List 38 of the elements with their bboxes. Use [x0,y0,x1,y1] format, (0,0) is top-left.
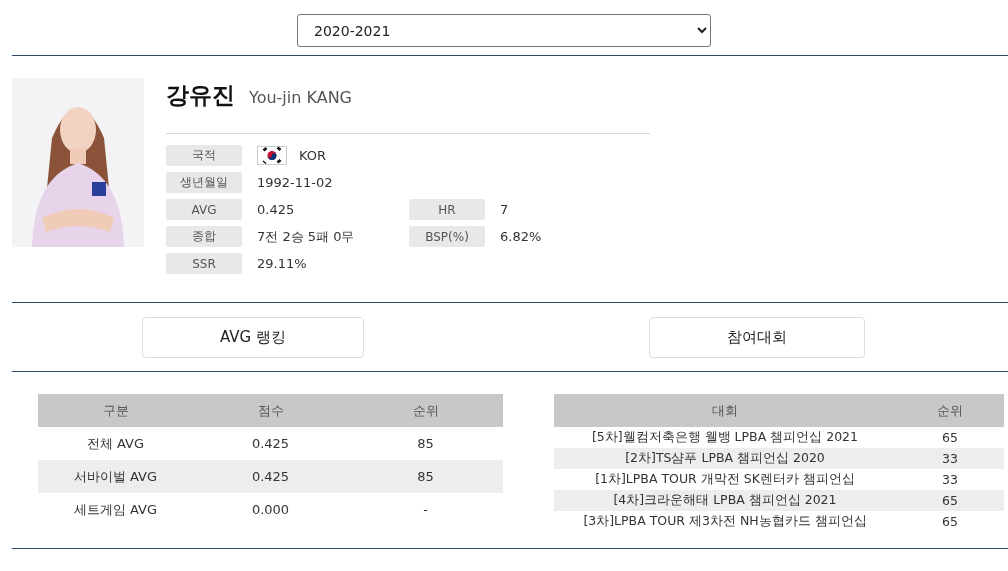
field-label: HR [409,199,485,220]
tournament-link[interactable]: [4차]크라운해태 LPBA 챔피언십 2021 [554,490,896,511]
player-name: 강유진 [166,81,235,110]
section-button[interactable]: AVG 랭킹 [142,316,364,358]
player-name-english: You-jin KANG [249,88,352,107]
table-cell: 0.425 [193,427,348,460]
field-label: 종합 [166,226,242,247]
table-cell: 85 [348,460,503,493]
field-label: 생년월일 [166,172,242,193]
field-value: 1992-11-02 [257,175,333,190]
column-header: 순위 [348,394,503,427]
table-cell: 33 [896,469,1004,490]
table-cell: 65 [896,427,1004,448]
table-cell: 85 [348,427,503,460]
column-header: 순위 [896,394,1004,427]
field-label: SSR [166,253,242,274]
field-value: 0.425 [257,202,295,217]
tournament-link[interactable]: [1차]LPBA TOUR 개막전 SK렌터카 챔피언십 [554,469,896,490]
field-label: BSP(%) [409,226,485,247]
table-cell: 서바이벌 AVG [38,460,193,493]
table-cell: 전체 AVG [38,427,193,460]
field-value: 7 [500,202,509,217]
field-value: KOR [299,148,327,163]
field-label: AVG [166,199,242,220]
table-cell: 0.425 [193,460,348,493]
column-header: 점수 [193,394,348,427]
tournament-link[interactable]: [2차]TS샴푸 LPBA 챔피언십 2020 [554,448,896,469]
tournament-link[interactable]: [5차]웰컴저축은행 웰뱅 LPBA 챔피언십 2021 [554,427,896,448]
field-value: 7전 2승 5패 0무 [257,227,355,246]
field-value: 6.82% [500,229,542,244]
field-value: 29.11% [257,256,307,271]
field-label: 국적 [166,145,242,166]
table-cell: 33 [896,448,1004,469]
table-cell: 65 [896,490,1004,511]
section-button[interactable]: 참여대회 [649,316,865,358]
column-header: 대회 [554,394,896,427]
column-header: 구분 [38,394,193,427]
season-select[interactable]: 2020-2021 [297,14,711,47]
